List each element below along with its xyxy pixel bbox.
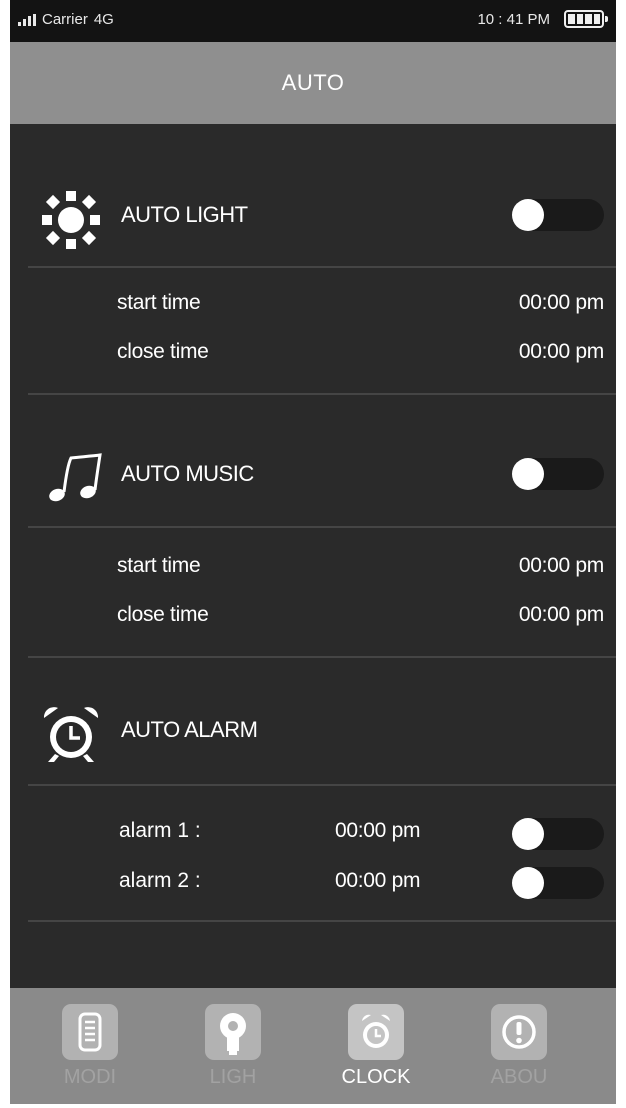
info-icon bbox=[491, 1004, 547, 1060]
nav-tab-ligh[interactable]: LIGH bbox=[168, 988, 298, 1104]
clock-icon bbox=[348, 1004, 404, 1060]
status-bar: Carrier 4G 10 : 41 PM bbox=[10, 0, 616, 42]
alarm-2-label: alarm 2 : bbox=[119, 869, 201, 892]
auto-alarm-header: AUTO ALARM bbox=[10, 690, 616, 770]
alarm-1-time[interactable]: 00:00 pm bbox=[335, 819, 420, 843]
nav-tab-abou[interactable]: ABOU bbox=[454, 988, 584, 1104]
signal-icon bbox=[18, 13, 36, 26]
battery-icon bbox=[564, 10, 608, 28]
auto-light-toggle[interactable] bbox=[512, 199, 604, 231]
alarm-2-toggle[interactable] bbox=[512, 867, 604, 899]
auto-alarm-title: AUTO ALARM bbox=[121, 717, 258, 742]
divider bbox=[28, 784, 616, 786]
clock-time: 10 : 41 PM bbox=[477, 10, 550, 28]
light-close-time-value[interactable]: 00:00 pm bbox=[519, 340, 604, 364]
alarm-2-time[interactable]: 00:00 pm bbox=[335, 869, 420, 893]
nav-label-clock: CLOCK bbox=[341, 1066, 411, 1088]
divider bbox=[28, 393, 616, 395]
alarm-1-label: alarm 1 : bbox=[119, 819, 201, 842]
divider bbox=[28, 920, 616, 922]
light-close-time-label: close time bbox=[117, 340, 209, 363]
bulb-icon bbox=[205, 1004, 261, 1060]
alarm-clock-icon bbox=[43, 707, 99, 762]
phone-screen: Carrier 4G 10 : 41 PM AUTO AUTO LIGHT st… bbox=[10, 0, 616, 1104]
music-start-time-value[interactable]: 00:00 pm bbox=[519, 554, 604, 578]
light-start-time-value[interactable]: 00:00 pm bbox=[519, 291, 604, 315]
toggle-knob bbox=[512, 199, 544, 231]
page-title: AUTO bbox=[281, 70, 345, 95]
carrier-name: Carrier bbox=[42, 11, 88, 28]
toggle-knob bbox=[512, 818, 544, 850]
bottom-nav: MODI LIGH CLOCK ABOU bbox=[10, 988, 616, 1104]
music-note-icon bbox=[49, 453, 102, 502]
light-start-time-label: start time bbox=[117, 291, 201, 314]
divider bbox=[28, 266, 616, 268]
auto-light-title: AUTO LIGHT bbox=[121, 202, 248, 227]
nav-tab-modi[interactable]: MODI bbox=[25, 988, 155, 1104]
nav-label-abou: ABOU bbox=[490, 1066, 548, 1088]
status-left: Carrier 4G bbox=[18, 11, 114, 28]
divider bbox=[28, 656, 616, 658]
music-close-time-value[interactable]: 00:00 pm bbox=[519, 603, 604, 627]
auto-music-title: AUTO MUSIC bbox=[121, 461, 254, 486]
divider bbox=[28, 526, 616, 528]
status-right: 10 : 41 PM bbox=[477, 10, 608, 28]
toggle-knob bbox=[512, 867, 544, 899]
auto-music-toggle[interactable] bbox=[512, 458, 604, 490]
music-close-time-label: close time bbox=[117, 603, 209, 626]
nav-label-ligh: LIGH bbox=[209, 1066, 257, 1088]
document-icon bbox=[62, 1004, 118, 1060]
nav-label-modi: MODI bbox=[63, 1066, 117, 1088]
network-type: 4G bbox=[93, 11, 114, 28]
toggle-knob bbox=[512, 458, 544, 490]
title-bar: AUTO bbox=[10, 42, 616, 124]
nav-tab-clock[interactable]: CLOCK bbox=[311, 988, 441, 1104]
alarm-1-toggle[interactable] bbox=[512, 818, 604, 850]
sun-icon bbox=[42, 191, 100, 249]
music-start-time-label: start time bbox=[117, 554, 201, 577]
